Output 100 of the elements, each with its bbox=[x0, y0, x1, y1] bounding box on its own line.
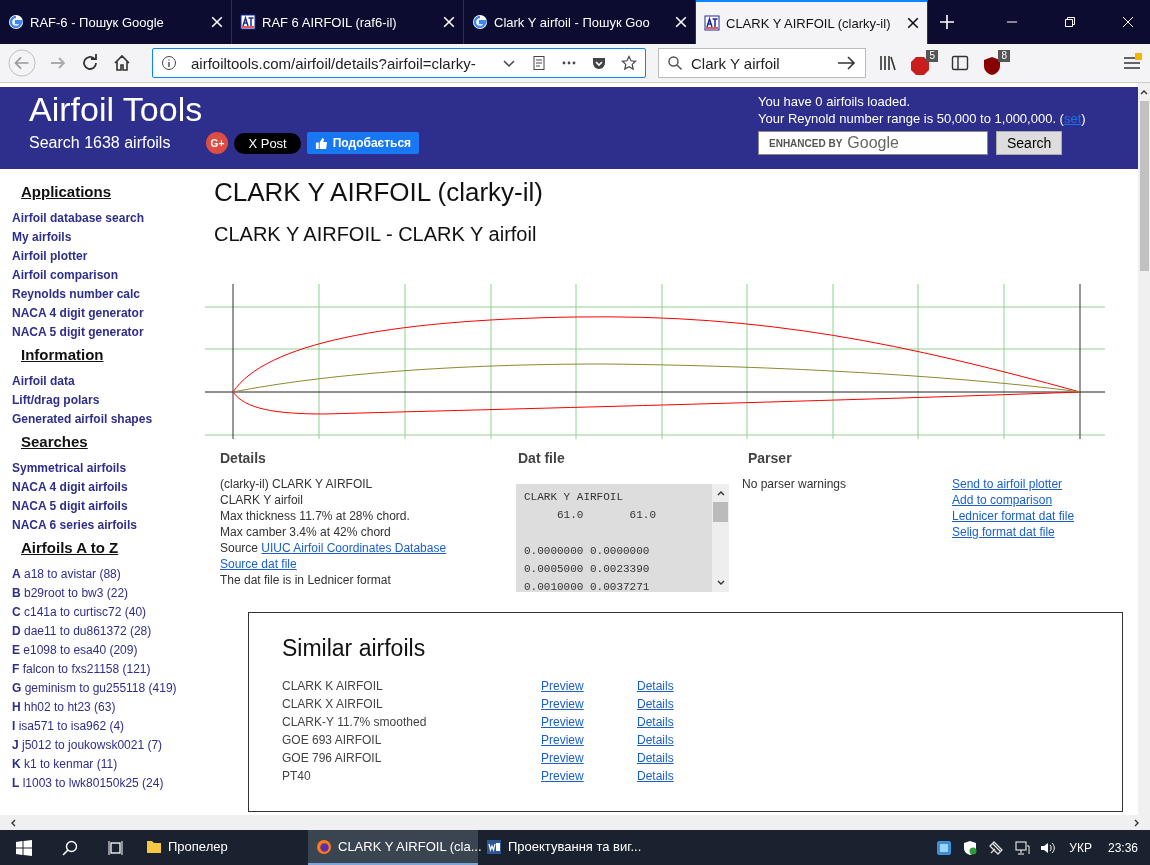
search-icon[interactable] bbox=[62, 839, 78, 856]
google-plus-button[interactable]: G+ bbox=[206, 132, 229, 154]
document-app-icon bbox=[486, 838, 502, 855]
letter-range-link[interactable]: F falcon to fxs21158 (121) bbox=[12, 660, 202, 679]
source-link[interactable]: UIUC Airfoil Coordinates Database bbox=[261, 541, 447, 555]
scroll-thumb[interactable] bbox=[1139, 101, 1149, 271]
details-link[interactable]: Details bbox=[637, 731, 674, 749]
search-field[interactable]: Clark Y airfoil bbox=[658, 48, 866, 78]
reader-icon[interactable] bbox=[531, 55, 547, 71]
library-icon[interactable] bbox=[878, 53, 898, 73]
sidebar-link[interactable]: Airfoil comparison bbox=[12, 266, 202, 285]
similar-heading: Similar airfoils bbox=[282, 635, 427, 662]
thumbs-up-icon bbox=[314, 136, 328, 150]
scrollbar[interactable] bbox=[712, 484, 729, 592]
arrow-right-icon[interactable] bbox=[837, 55, 857, 71]
scrollbar[interactable] bbox=[1138, 83, 1150, 815]
windows-start-icon[interactable] bbox=[16, 839, 32, 856]
details-link[interactable]: Details bbox=[637, 677, 674, 695]
site-title[interactable]: Airfoil Tools bbox=[29, 90, 420, 128]
taskbar-button[interactable]: Пропелер bbox=[138, 830, 308, 865]
preview-link[interactable]: Preview bbox=[541, 749, 637, 767]
section-heading: Information bbox=[21, 346, 105, 363]
letter-range-link[interactable]: C c141a to curtisc72 (40) bbox=[12, 603, 202, 622]
details-link[interactable]: Details bbox=[637, 695, 674, 713]
action-link[interactable]: Send to airfoil plotter bbox=[952, 476, 1075, 492]
sidebar-link[interactable]: NACA 4 digit generator bbox=[12, 304, 202, 323]
letter-range-link[interactable]: L l1003 to lwk80150k25 (24) bbox=[12, 774, 202, 793]
scroll-thumb[interactable] bbox=[713, 502, 728, 522]
adblock-extension[interactable]: 5 bbox=[910, 50, 938, 76]
letter-range-link[interactable]: K k1 to kenmar (11) bbox=[12, 755, 202, 774]
reload-icon[interactable] bbox=[80, 53, 100, 73]
ublock-extension[interactable]: 8 bbox=[982, 50, 1010, 76]
search-input[interactable]: ENHANCED BY Google bbox=[758, 131, 988, 155]
sidebar-link[interactable]: NACA 6 series airfoils bbox=[12, 516, 202, 535]
letter-range-link[interactable]: B b29root to bw3 (22) bbox=[12, 584, 202, 603]
section-heading: Airfoils A to Z bbox=[21, 539, 120, 556]
details-link[interactable]: Details bbox=[637, 749, 674, 767]
sidebar-link[interactable]: Airfoil database search bbox=[12, 209, 202, 228]
dat-file-link[interactable]: Source dat file bbox=[220, 556, 512, 572]
letter-range-link[interactable]: E e1098 to esa40 (209) bbox=[12, 641, 202, 660]
format-note: The dat file is in Lednicer format bbox=[220, 572, 392, 588]
page-title: CLARK Y AIRFOIL (clarky-il) bbox=[214, 177, 544, 208]
sidebar-link[interactable]: Symmetrical airfoils bbox=[12, 459, 202, 478]
sidebar-link[interactable]: Lift/drag polars bbox=[12, 391, 202, 410]
network-icon[interactable] bbox=[1014, 839, 1031, 856]
task-view-icon[interactable] bbox=[108, 839, 124, 856]
language-indicator[interactable]: УКР bbox=[1069, 840, 1092, 855]
letter-range-link[interactable]: J j5012 to joukowsk0021 (7) bbox=[12, 736, 202, 755]
sidebar-link[interactable]: NACA 4 digit airfoils bbox=[12, 478, 202, 497]
search-icon bbox=[667, 55, 683, 71]
airfoil-name: GOE 693 AIRFOIL bbox=[282, 732, 383, 749]
info-icon bbox=[161, 55, 177, 71]
address-bar[interactable]: airfoiltools.com/airfoil/details?airfoil=clarky- bbox=[152, 48, 646, 78]
x-post-button[interactable]: X Post bbox=[234, 132, 301, 154]
preview-link[interactable]: Preview bbox=[541, 677, 637, 695]
letter-range-link[interactable]: I isa571 to isa962 (4) bbox=[12, 717, 202, 736]
loaded-info: You have 0 airfoils loaded. bbox=[758, 93, 912, 110]
like-button[interactable]: Подобається bbox=[306, 132, 420, 154]
preview-link[interactable]: Preview bbox=[541, 731, 637, 749]
sidebar-icon[interactable] bbox=[950, 53, 970, 73]
sidebar-link[interactable]: Airfoil plotter bbox=[12, 247, 202, 266]
action-link[interactable]: Add to comparison bbox=[952, 492, 1075, 508]
stop-sign-icon bbox=[910, 56, 930, 76]
parser-heading: Parser bbox=[748, 450, 793, 466]
sidebar-link[interactable]: NACA 5 digit generator bbox=[12, 323, 202, 342]
site-favicon-icon bbox=[240, 14, 256, 30]
preview-link[interactable]: Preview bbox=[541, 713, 637, 731]
security-shield-icon[interactable] bbox=[962, 839, 979, 856]
details-link[interactable]: Details bbox=[637, 713, 674, 731]
reynolds-info: Your Reynold number range is 50,000 to 1,000,000. (set) bbox=[758, 110, 1087, 127]
details-link[interactable]: Details bbox=[637, 767, 674, 785]
action-link[interactable]: Lednicer format dat file bbox=[952, 508, 1075, 524]
pocket-icon[interactable] bbox=[591, 55, 607, 71]
sidebar-link[interactable]: Reynolds number calc bbox=[12, 285, 202, 304]
restore-icon[interactable] bbox=[1064, 16, 1076, 28]
star-icon[interactable] bbox=[621, 55, 637, 71]
google-icon bbox=[472, 14, 488, 30]
airfoil-name: CLARK K AIRFOIL bbox=[282, 678, 384, 695]
browser-tab[interactable]: CLARK Y AIRFOIL (clarky-il) bbox=[696, 0, 928, 44]
action-link[interactable]: Selig format dat file bbox=[952, 524, 1075, 540]
horizontal-scrollbar[interactable] bbox=[0, 815, 1150, 830]
search-button[interactable]: Search bbox=[996, 131, 1063, 155]
sidebar-link[interactable]: My airfoils bbox=[12, 228, 202, 247]
letter-range-link[interactable]: A a18 to avistar (88) bbox=[12, 565, 202, 584]
details-heading: Details bbox=[220, 450, 267, 466]
letter-range-link[interactable]: H hh02 to ht23 (63) bbox=[12, 698, 202, 717]
detail-line: Max thickness 11.7% at 28% chord. bbox=[220, 508, 411, 524]
detail-line: CLARK Y airfoil bbox=[220, 492, 304, 508]
plus-icon[interactable] bbox=[940, 15, 954, 29]
close-icon[interactable] bbox=[907, 17, 919, 29]
preview-link[interactable]: Preview bbox=[541, 695, 637, 713]
sidebar-link[interactable]: NACA 5 digit airfoils bbox=[12, 497, 202, 516]
preview-link[interactable]: Preview bbox=[541, 767, 637, 785]
sidebar-link[interactable]: Generated airfoil shapes bbox=[12, 410, 202, 429]
letter-range-link[interactable]: D dae11 to du861372 (28) bbox=[12, 622, 202, 641]
letter-range-link[interactable]: G geminism to gu255118 (419) bbox=[12, 679, 202, 698]
home-icon[interactable] bbox=[112, 53, 132, 73]
clock[interactable]: 23:36 bbox=[1107, 840, 1138, 855]
sidebar-link[interactable]: Airfoil data bbox=[12, 372, 202, 391]
section-heading: Applications bbox=[21, 183, 112, 200]
